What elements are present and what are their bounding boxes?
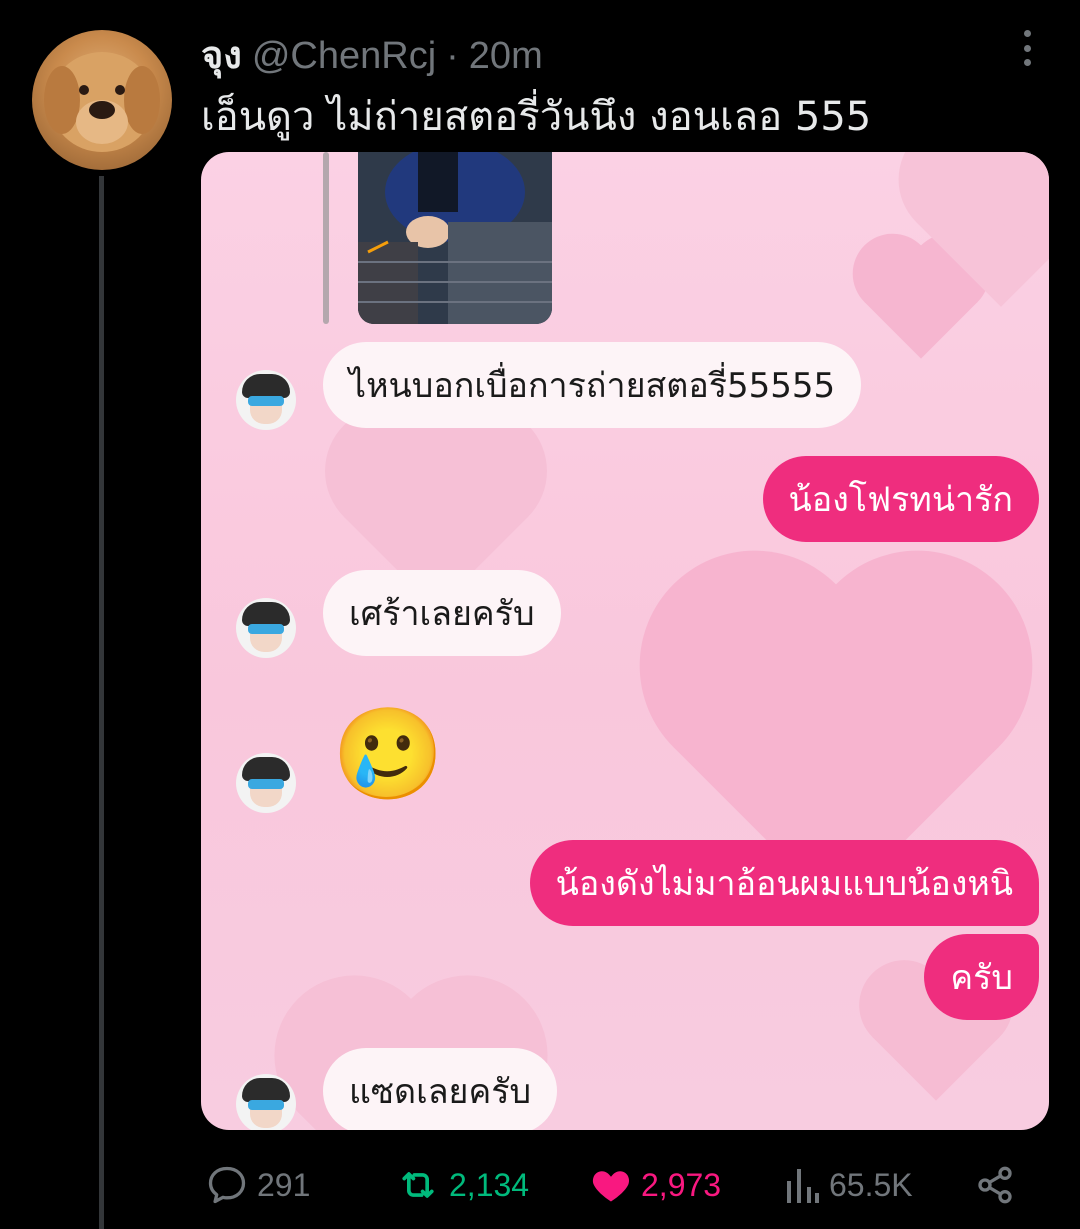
tweet-time[interactable]: 20m <box>469 35 543 78</box>
chat-avatar <box>236 1074 296 1130</box>
views-count: 65.5K <box>829 1166 913 1203</box>
reply-button[interactable]: 291 <box>205 1160 310 1210</box>
share-button[interactable] <box>975 1160 1015 1210</box>
thread-line <box>99 176 104 1229</box>
separator-dot: · <box>446 35 459 77</box>
retweet-count: 2,134 <box>449 1166 530 1203</box>
more-icon[interactable] <box>1012 30 1042 66</box>
like-button[interactable]: 2,973 <box>589 1160 721 1210</box>
user-avatar[interactable] <box>32 30 172 170</box>
reply-icon <box>205 1163 249 1207</box>
chat-message-outgoing: น้องโฟรทน่ารัก <box>762 456 1039 542</box>
tweet-header: จุง @ChenRcj · 20m <box>201 24 1000 78</box>
chat-message-outgoing: น้องดังไม่มาอ้อนผมแบบน้องหนิ <box>529 840 1039 926</box>
chat-message-incoming: เศร้าเลยครับ <box>323 570 561 656</box>
reply-count: 291 <box>257 1166 311 1203</box>
retweet-icon <box>395 1163 441 1207</box>
tweet-actions: 291 2,134 2,973 65.5K <box>201 1160 1041 1210</box>
chat-avatar <box>236 753 296 813</box>
user-handle[interactable]: @ChenRcj <box>252 35 436 78</box>
reply-quote-bar <box>323 152 329 324</box>
share-icon <box>975 1165 1015 1205</box>
chat-message-incoming: ไหนบอกเบื่อการถ่ายสตอรี่55555 <box>323 342 862 428</box>
tweet-text: เอ็นดูว ไม่ถ่ายสตอรี่วันนึง งอนเลอ 555 <box>201 94 872 140</box>
display-name[interactable]: จุง <box>201 24 242 85</box>
chat-message-outgoing: ครับ <box>924 934 1039 1020</box>
chat-avatar <box>236 370 296 430</box>
heart-icon <box>589 1163 633 1207</box>
chat-avatar <box>236 598 296 658</box>
story-photo <box>358 152 552 324</box>
tweet-media-image[interactable]: ไหนบอกเบื่อการถ่ายสตอรี่55555 น้องโฟรทน่… <box>201 152 1049 1130</box>
views-icon <box>785 1165 821 1205</box>
chat-message-incoming: แซดเลยครับ <box>323 1048 558 1130</box>
views-button[interactable]: 65.5K <box>785 1160 913 1210</box>
retweet-button[interactable]: 2,134 <box>395 1160 529 1210</box>
like-count: 2,973 <box>641 1166 722 1203</box>
smiling-tear-emoji: 🥲 <box>332 702 445 807</box>
